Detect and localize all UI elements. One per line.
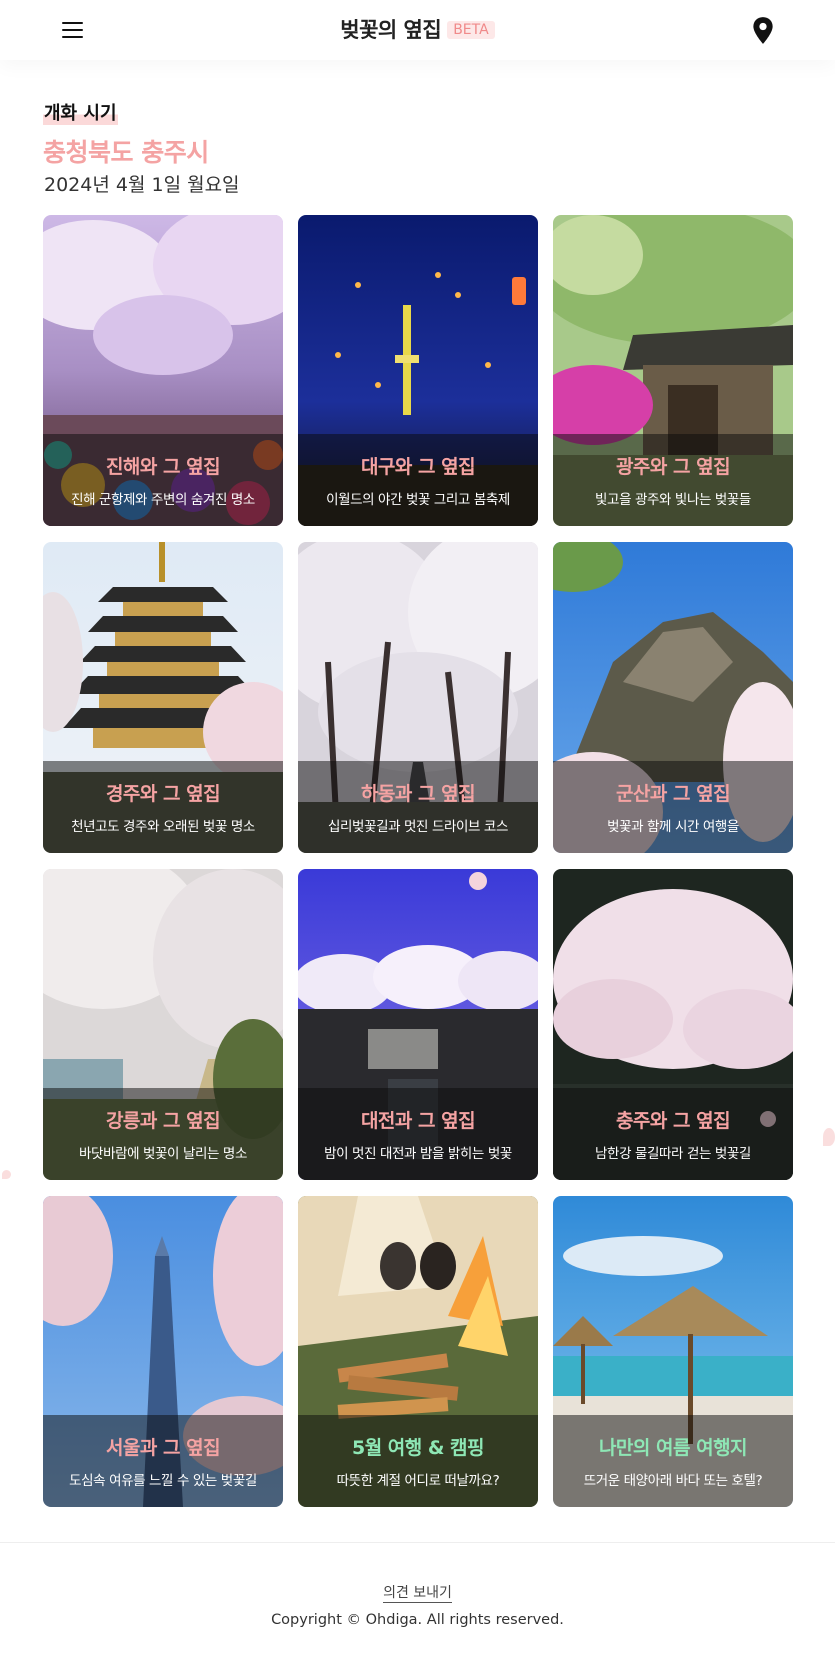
destination-card[interactable]: 충주와 그 옆집 남한강 물길따라 걷는 벚꽃길 — [553, 869, 793, 1180]
copyright-text: Copyright © Ohdiga. All rights reserved. — [271, 1612, 564, 1628]
top-header: 벚꽃의 옆집 BETA — [0, 0, 835, 60]
destination-card[interactable]: 군산과 그 옆집 벚꽃과 함께 시간 여행을 — [553, 542, 793, 853]
destination-card[interactable]: 강릉과 그 옆집 바닷바람에 벚꽃이 날리는 명소 — [43, 869, 283, 1180]
footer-divider — [0, 1542, 835, 1543]
card-title: 나만의 여름 여행지 — [598, 1437, 748, 1459]
bloom-date: 2024년 4월 1일 월요일 — [44, 174, 240, 196]
card-title: 군산과 그 옆집 — [615, 783, 731, 805]
destination-card[interactable]: 하동과 그 옆집 십리벚꽃길과 멋진 드라이브 코스 — [298, 542, 538, 853]
card-title: 충주와 그 옆집 — [615, 1110, 731, 1132]
card-subtitle: 밤이 멋진 대전과 밤을 밝히는 벚꽃 — [324, 1146, 512, 1162]
card-title: 서울과 그 옆집 — [105, 1437, 221, 1459]
card-subtitle: 진해 군항제와 주변의 숨겨진 명소 — [71, 492, 255, 508]
caption-overlay — [298, 1415, 538, 1507]
destination-card[interactable]: 대전과 그 옆집 밤이 멋진 대전과 밤을 밝히는 벚꽃 — [298, 869, 538, 1180]
card-subtitle: 도심속 여유를 느낄 수 있는 벚꽃길 — [69, 1473, 257, 1489]
caption-overlay — [553, 1415, 793, 1507]
card-title: 하동과 그 옆집 — [360, 783, 476, 805]
map-pin-icon[interactable] — [750, 16, 776, 46]
card-title: 진해와 그 옆집 — [105, 456, 221, 478]
caption-overlay — [553, 761, 793, 853]
card-subtitle: 벚꽃과 함께 시간 여행을 — [607, 819, 739, 835]
caption-overlay — [298, 434, 538, 526]
destination-card[interactable]: 광주와 그 옆집 빛고을 광주와 빛나는 벚꽃들 — [553, 215, 793, 526]
caption-overlay — [43, 1088, 283, 1180]
caption-overlay — [553, 1088, 793, 1180]
caption-overlay — [43, 434, 283, 526]
region-name: 충청북도 충주시 — [43, 138, 209, 167]
card-title: 5월 여행 & 캠핑 — [351, 1437, 485, 1459]
card-subtitle: 이월드의 야간 벚꽃 그리고 봄축제 — [326, 492, 510, 508]
destination-card[interactable]: 5월 여행 & 캠핑 따뜻한 계절 어디로 떠날까요? — [298, 1196, 538, 1507]
card-subtitle: 빛고을 광주와 빛나는 벚꽃들 — [595, 492, 751, 508]
card-subtitle: 따뜻한 계절 어디로 떠날까요? — [336, 1473, 500, 1489]
card-subtitle: 남한강 물길따라 걷는 벚꽃길 — [595, 1146, 751, 1162]
card-title: 광주와 그 옆집 — [615, 456, 731, 478]
destination-card[interactable]: 서울과 그 옆집 도심속 여유를 느낄 수 있는 벚꽃길 — [43, 1196, 283, 1507]
petal-decoration — [2, 1170, 11, 1179]
bloom-period-label: 개화 시기 — [43, 99, 118, 125]
destination-grid: 진해와 그 옆집 진해 군항제와 주변의 숨겨진 명소 대구와 그 옆집 이월드… — [43, 215, 793, 1507]
caption-overlay — [298, 1088, 538, 1180]
beta-badge: BETA — [447, 21, 495, 39]
card-title: 경주와 그 옆집 — [105, 783, 221, 805]
destination-card[interactable]: 나만의 여름 여행지 뜨거운 태양아래 바다 또는 호텔? — [553, 1196, 793, 1507]
card-title: 강릉과 그 옆집 — [105, 1110, 221, 1132]
card-subtitle: 바닷바람에 벚꽃이 날리는 명소 — [79, 1146, 247, 1162]
site-logo[interactable]: 벚꽃의 옆집 BETA — [0, 14, 835, 44]
card-title: 대구와 그 옆집 — [360, 456, 476, 478]
card-subtitle: 천년고도 경주와 오래된 벚꽃 명소 — [71, 819, 255, 835]
caption-overlay — [43, 1415, 283, 1507]
caption-overlay — [43, 761, 283, 853]
card-title: 대전과 그 옆집 — [360, 1110, 476, 1132]
destination-card[interactable]: 진해와 그 옆집 진해 군항제와 주변의 숨겨진 명소 — [43, 215, 283, 526]
petal-decoration — [823, 1128, 835, 1146]
caption-overlay — [553, 434, 793, 526]
feedback-link[interactable]: 의견 보내기 — [383, 1585, 452, 1603]
caption-overlay — [298, 761, 538, 853]
feedback-link-row: 의견 보내기 — [0, 1582, 835, 1603]
card-subtitle: 십리벚꽃길과 멋진 드라이브 코스 — [328, 819, 508, 835]
destination-card[interactable]: 경주와 그 옆집 천년고도 경주와 오래된 벚꽃 명소 — [43, 542, 283, 853]
site-title: 벚꽃의 옆집 — [340, 18, 442, 42]
card-subtitle: 뜨거운 태양아래 바다 또는 호텔? — [583, 1473, 763, 1489]
destination-card[interactable]: 대구와 그 옆집 이월드의 야간 벚꽃 그리고 봄축제 — [298, 215, 538, 526]
